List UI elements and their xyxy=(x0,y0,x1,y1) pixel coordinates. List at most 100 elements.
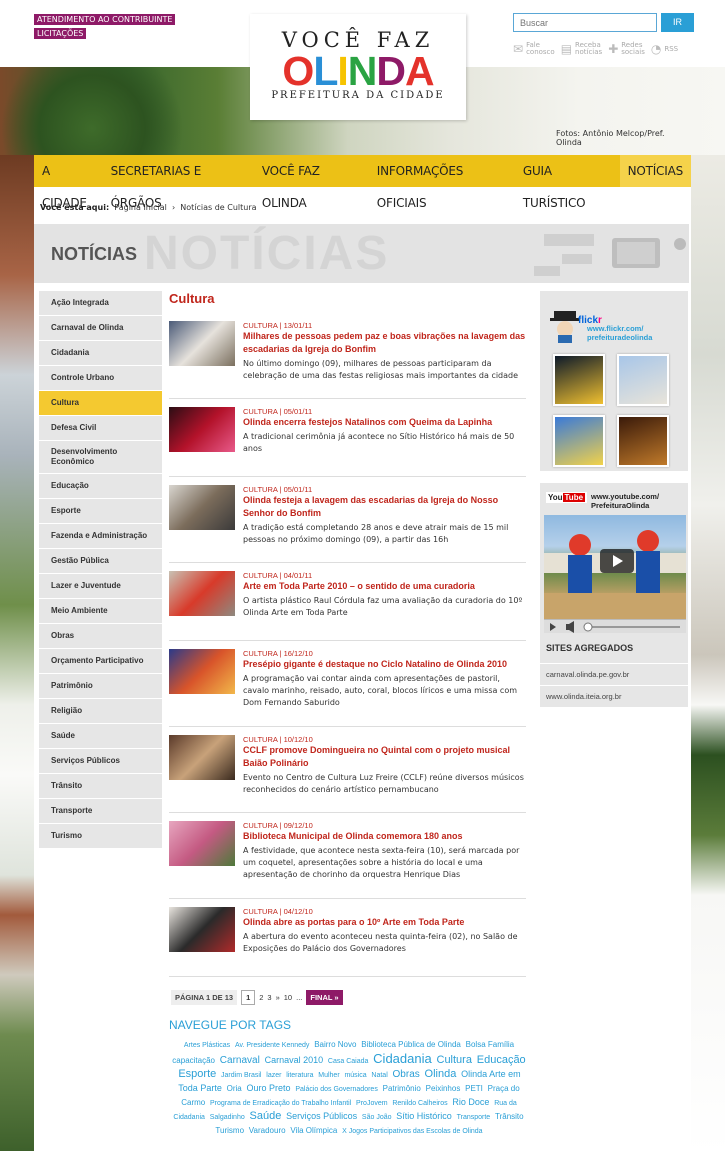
sidebar-item[interactable]: Desenvolvimento Econômico xyxy=(39,441,162,474)
tag-link[interactable]: Ouro Preto xyxy=(247,1083,291,1093)
tag-link[interactable]: Varadouro xyxy=(249,1126,286,1135)
tag-link[interactable]: Trânsito xyxy=(495,1112,524,1121)
contact-link[interactable]: ✉ Fale conosco xyxy=(513,42,555,56)
nav-guia-turistico[interactable]: GUIA TURÍSTICO xyxy=(515,155,620,210)
tag-link[interactable]: Rio Doce xyxy=(452,1097,489,1107)
sidebar-item[interactable]: Trânsito xyxy=(39,774,162,799)
tag-link[interactable]: Bairro Novo xyxy=(314,1040,356,1049)
tag-link[interactable]: Patrimônio xyxy=(383,1084,421,1093)
news-thumbnail[interactable] xyxy=(169,735,235,780)
sidebar-item[interactable]: Cultura xyxy=(39,391,162,416)
pager-page[interactable]: 1 xyxy=(241,990,256,1005)
tag-link[interactable]: Salgadinho xyxy=(210,1114,245,1121)
tag-link[interactable]: ProJovem xyxy=(356,1100,388,1107)
sidebar-item[interactable]: Ação Integrada xyxy=(39,291,162,316)
news-title-link[interactable]: Olinda festeja a lavagem das escadarias … xyxy=(243,494,526,520)
tag-link[interactable]: literatura xyxy=(286,1072,313,1079)
tag-link[interactable]: Cultura xyxy=(437,1054,472,1066)
sidebar-item[interactable]: Fazenda e Administração xyxy=(39,524,162,549)
flickr-photo[interactable] xyxy=(617,415,669,467)
sidebar-item[interactable]: Saúde xyxy=(39,724,162,749)
pager-page[interactable]: » xyxy=(276,993,280,1002)
tag-link[interactable]: Peixinhos xyxy=(426,1084,461,1093)
news-thumbnail[interactable] xyxy=(169,407,235,452)
news-title-link[interactable]: CCLF promove Domingueira no Quintal com … xyxy=(243,744,526,770)
tag-link[interactable]: Saúde xyxy=(250,1110,282,1122)
tag-link[interactable]: Vila Olímpica xyxy=(290,1126,337,1135)
news-title-link[interactable]: Biblioteca Municipal de Olinda comemora … xyxy=(243,830,526,843)
tag-link[interactable]: X Jogos Participativos das Escolas de Ol… xyxy=(342,1128,482,1135)
sidebar-item[interactable]: Educação xyxy=(39,474,162,499)
news-title-link[interactable]: Olinda abre as portas para o 10º Arte em… xyxy=(243,916,526,929)
sidebar-item[interactable]: Transporte xyxy=(39,799,162,824)
site-link-carnaval[interactable]: carnaval.olinda.pe.gov.br xyxy=(540,663,688,685)
play-button[interactable] xyxy=(600,549,634,573)
tag-link[interactable]: música xyxy=(344,1072,366,1079)
news-link[interactable]: ▤ Receba notícias xyxy=(561,42,602,56)
sidebar-item[interactable]: Lazer e Juventude xyxy=(39,574,162,599)
flickr-photo[interactable] xyxy=(617,354,669,406)
tag-link[interactable]: Cidadania xyxy=(373,1051,432,1066)
tag-link[interactable]: Serviços Públicos xyxy=(286,1111,357,1121)
news-thumbnail[interactable] xyxy=(169,321,235,366)
news-title-link[interactable]: Arte em Toda Parte 2010 – o sentido de u… xyxy=(243,580,526,593)
search-button[interactable]: IR xyxy=(661,13,694,32)
tag-link[interactable]: Carnaval 2010 xyxy=(265,1055,324,1065)
tag-link[interactable]: lazer xyxy=(266,1072,281,1079)
tag-link[interactable]: Palácio dos Governadores xyxy=(295,1086,378,1093)
sidebar-item[interactable]: Religião xyxy=(39,699,162,724)
tag-link[interactable]: Esporte xyxy=(178,1068,216,1080)
tag-link[interactable]: Olinda xyxy=(425,1068,457,1080)
tag-link[interactable]: Av. Presidente Kennedy xyxy=(235,1042,309,1049)
youtube-logo[interactable]: You Tube xyxy=(546,492,588,503)
tag-link[interactable]: Bolsa Família xyxy=(466,1040,514,1049)
nav-informacoes-oficiais[interactable]: INFORMAÇÕES OFICIAIS xyxy=(369,155,515,210)
nav-voce-faz-olinda[interactable]: VOCÊ FAZ OLINDA xyxy=(254,155,369,210)
pager-page[interactable]: 10 xyxy=(284,993,292,1002)
tag-link[interactable]: Transporte xyxy=(457,1114,491,1121)
tag-link[interactable]: Biblioteca Pública de Olinda xyxy=(361,1040,461,1049)
news-title-link[interactable]: Milhares de pessoas pedem paz e boas vib… xyxy=(243,330,526,356)
news-thumbnail[interactable] xyxy=(169,485,235,530)
flickr-photo[interactable] xyxy=(553,354,605,406)
sidebar-item[interactable]: Esporte xyxy=(39,499,162,524)
tag-link[interactable]: Carnaval xyxy=(220,1055,260,1066)
youtube-video[interactable] xyxy=(544,515,686,619)
sidebar-item[interactable]: Defesa Civil xyxy=(39,416,162,441)
sidebar-item[interactable]: Meio Ambiente xyxy=(39,599,162,624)
rss-link[interactable]: ◔ RSS xyxy=(651,42,678,56)
sidebar-item[interactable]: Patrimônio xyxy=(39,674,162,699)
tag-link[interactable]: Educação xyxy=(477,1054,526,1066)
sidebar-item[interactable]: Cidadania xyxy=(39,341,162,366)
search-input[interactable] xyxy=(513,13,657,32)
tag-link[interactable]: Obras xyxy=(393,1069,420,1080)
news-thumbnail[interactable] xyxy=(169,649,235,694)
tag-link[interactable]: Oria xyxy=(227,1084,242,1093)
nav-noticias[interactable]: NOTÍCIAS xyxy=(619,155,691,187)
tag-link[interactable]: capacitação xyxy=(172,1056,215,1065)
sidebar-item[interactable]: Turismo xyxy=(39,824,162,849)
tag-link[interactable]: Sítio Histórico xyxy=(396,1111,452,1121)
tag-link[interactable]: Programa de Erradicação do Trabalho Infa… xyxy=(210,1100,351,1107)
sidebar-item[interactable]: Obras xyxy=(39,624,162,649)
tag-link[interactable]: Casa Caiada xyxy=(328,1058,368,1065)
youtube-url[interactable]: www.youtube.com/PrefeituraOlinda xyxy=(591,492,659,510)
tag-link[interactable]: Artes Plásticas xyxy=(184,1042,230,1049)
site-link-iteia[interactable]: www.olinda.iteia.org.br xyxy=(540,685,688,707)
news-thumbnail[interactable] xyxy=(169,907,235,952)
sidebar-item[interactable]: Gestão Pública xyxy=(39,549,162,574)
tag-link[interactable]: São João xyxy=(362,1114,392,1121)
news-thumbnail[interactable] xyxy=(169,821,235,866)
pager-page[interactable]: 3 xyxy=(267,993,271,1002)
tag-link[interactable]: Turismo xyxy=(215,1126,244,1135)
news-thumbnail[interactable] xyxy=(169,571,235,616)
flickr-url[interactable]: www.flickr.com/prefeituradeolinda xyxy=(587,324,652,342)
pager-page[interactable]: 2 xyxy=(259,993,263,1002)
pager-final-button[interactable]: FINAL » xyxy=(306,990,343,1005)
social-networks-link[interactable]: ✚ Redes sociais xyxy=(608,42,645,56)
sidebar-item[interactable]: Controle Urbano xyxy=(39,366,162,391)
tag-link[interactable]: PETI xyxy=(465,1084,483,1093)
sidebar-item[interactable]: Serviços Públicos xyxy=(39,749,162,774)
flickr-photo[interactable] xyxy=(553,415,605,467)
site-logo[interactable]: VOCÊ FAZ OLINDA PREFEITURA DA CIDADE xyxy=(250,14,466,120)
